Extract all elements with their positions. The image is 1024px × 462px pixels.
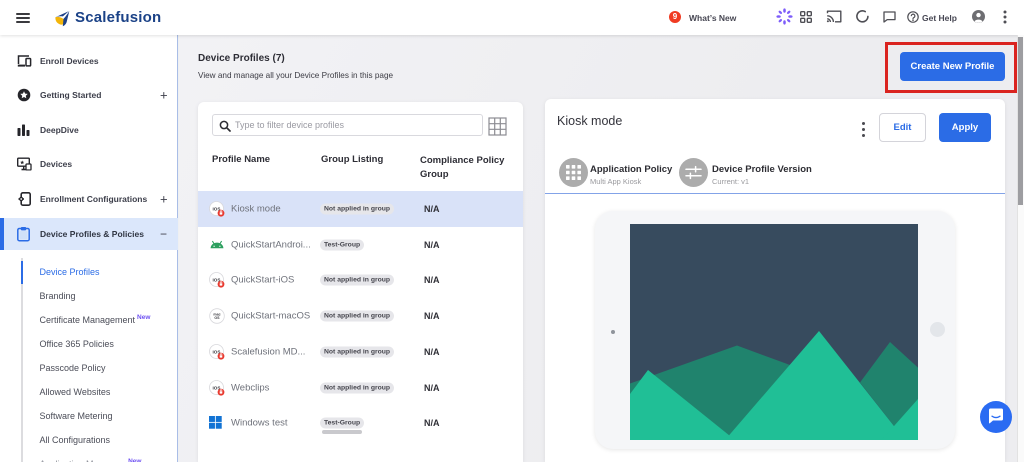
svg-text:OS: OS xyxy=(214,316,220,320)
